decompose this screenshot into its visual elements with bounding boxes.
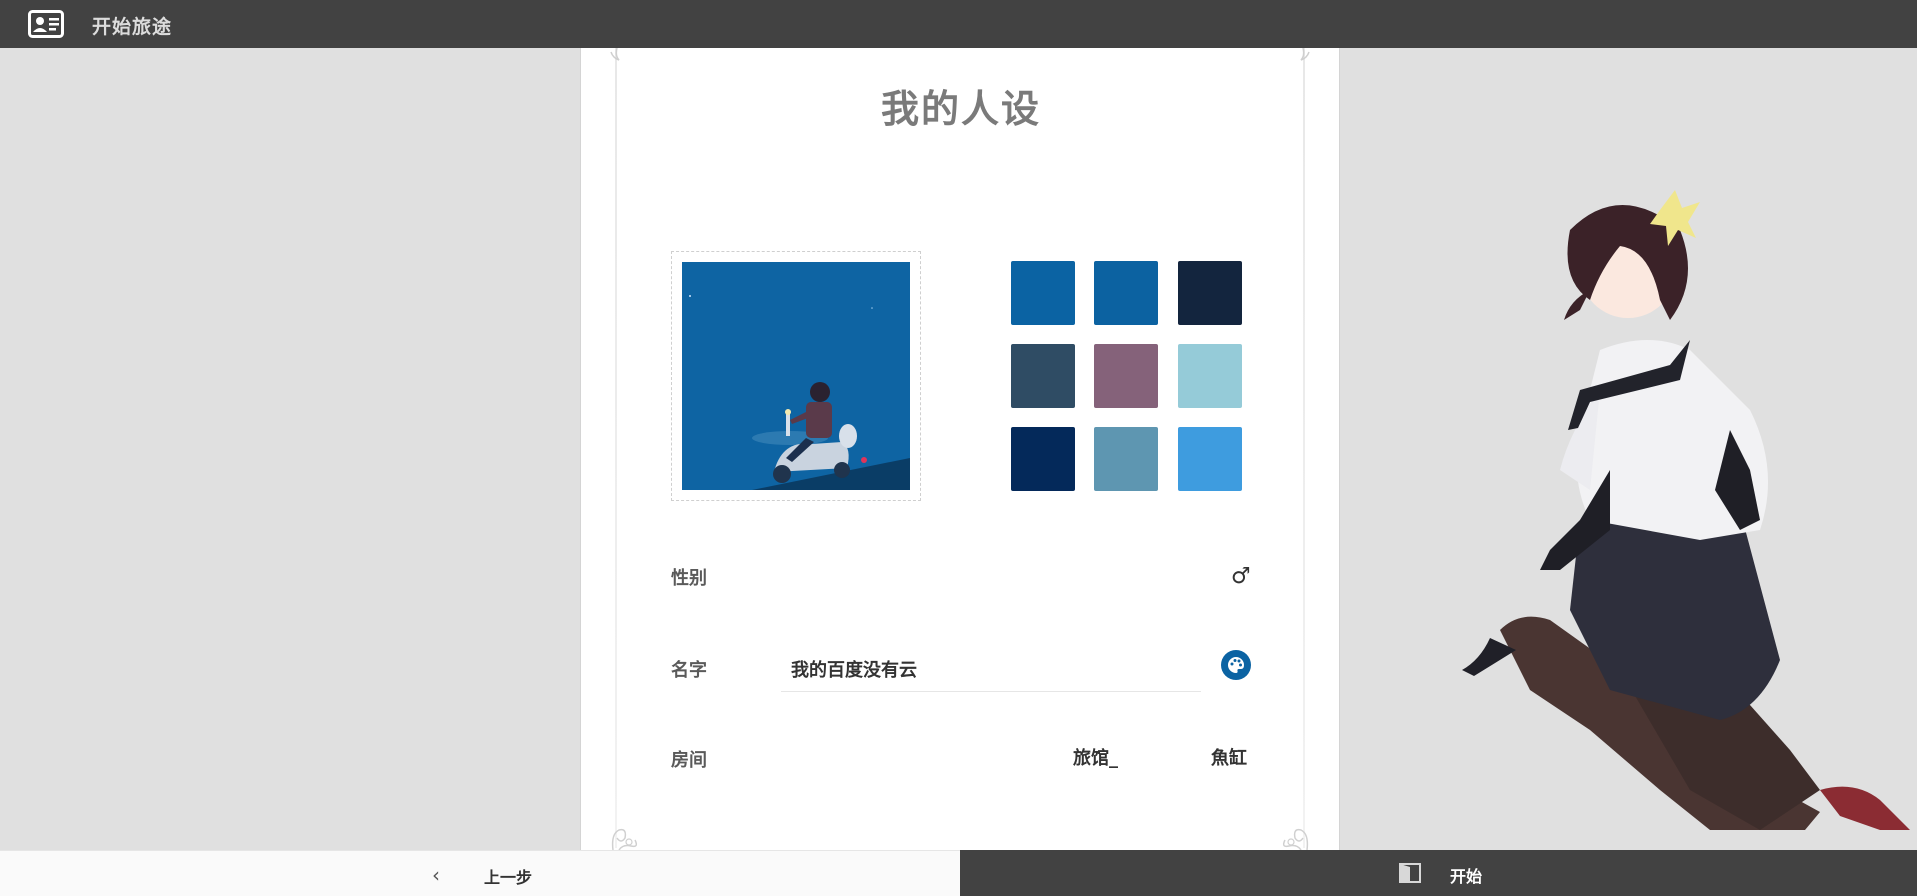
palette-icon	[1228, 657, 1244, 673]
corner-ornament-icon	[611, 828, 638, 850]
start-bar[interactable]: 开始	[960, 850, 1917, 896]
id-card-icon	[28, 10, 64, 38]
previous-step-button[interactable]: 上一步	[484, 864, 532, 888]
page-title: 我的人设	[880, 87, 1041, 131]
color-swatch[interactable]	[1094, 261, 1158, 325]
color-swatch[interactable]	[1011, 261, 1075, 325]
frame-border-left	[615, 48, 617, 848]
color-swatch[interactable]	[1178, 427, 1242, 491]
color-swatch[interactable]	[1094, 344, 1158, 408]
palette-button[interactable]	[1221, 650, 1251, 680]
color-swatch[interactable]	[1011, 427, 1075, 491]
room-label: 房间	[671, 750, 707, 771]
name-label: 名字	[671, 660, 707, 681]
name-input-value[interactable]: 我的百度没有云	[791, 656, 917, 682]
start-button[interactable]: 开始	[1450, 863, 1482, 887]
avatar-frame[interactable]	[671, 251, 921, 501]
scooter-rider-illustration	[682, 262, 910, 490]
color-swatch[interactable]	[1178, 261, 1242, 325]
gender-label: 性别	[671, 568, 707, 589]
male-gender-toggle-icon[interactable]: ♂	[1231, 564, 1251, 589]
frame-border-right	[1303, 48, 1305, 848]
persona-panel: 我的人设 性别 ♂ 名字 我的百度没有云 房间 旅馆_ 魚缸	[580, 48, 1340, 850]
character-illustration	[1462, 190, 1910, 830]
room-option-fishtank[interactable]: 魚缸	[1211, 744, 1247, 770]
color-swatch[interactable]	[1178, 344, 1242, 408]
avatar-image[interactable]	[682, 262, 910, 490]
color-swatch[interactable]	[1011, 344, 1075, 408]
top-bar: 开始旅途	[0, 0, 1917, 48]
name-input[interactable]: 我的百度没有云	[781, 648, 1201, 692]
room-option-inn[interactable]: 旅馆_	[1073, 744, 1118, 770]
door-icon	[1399, 863, 1421, 883]
color-swatch[interactable]	[1094, 427, 1158, 491]
chevron-left-icon[interactable]: ‹	[432, 863, 440, 887]
app-title: 开始旅途	[92, 16, 173, 38]
previous-step-bar[interactable]: ‹ 上一步	[0, 850, 960, 896]
corner-ornament-icon	[1282, 828, 1309, 850]
